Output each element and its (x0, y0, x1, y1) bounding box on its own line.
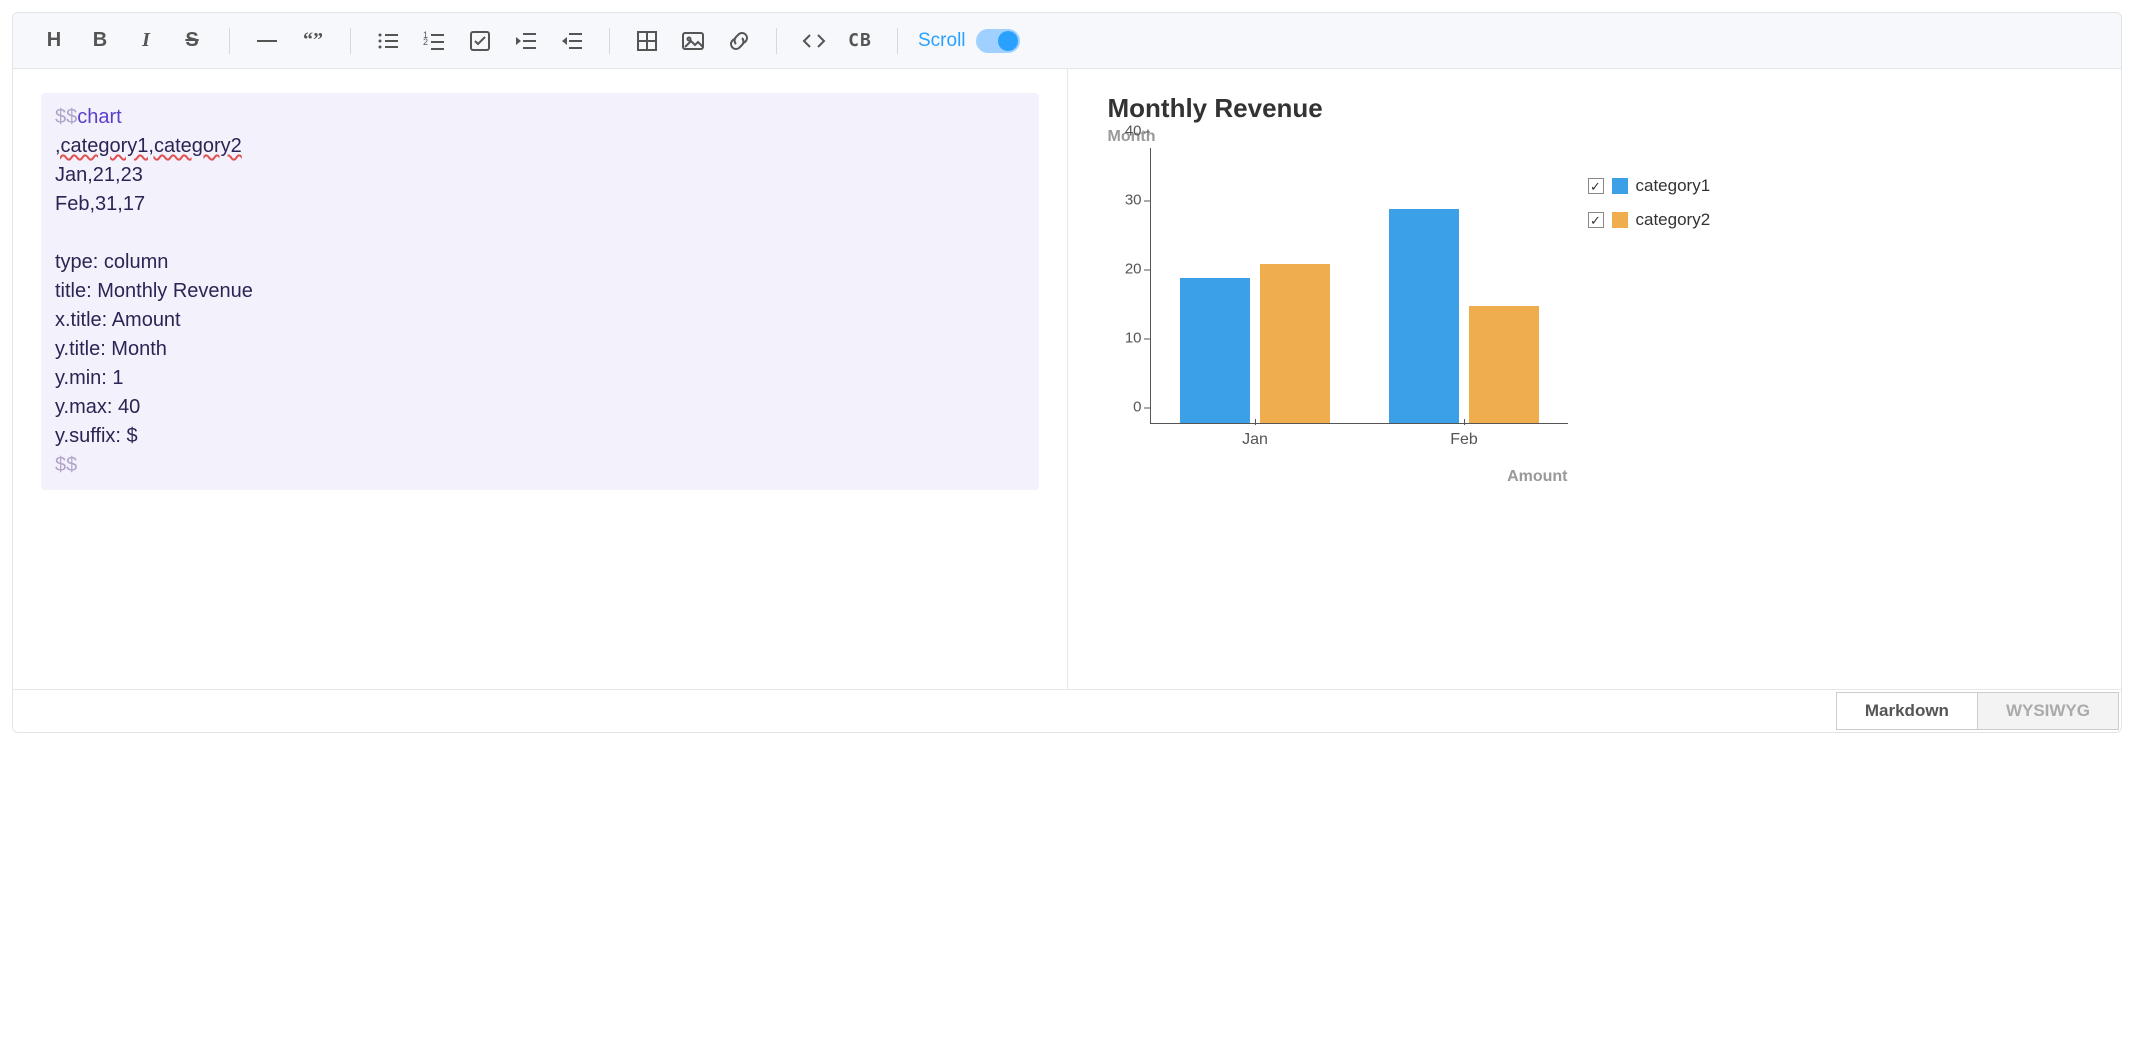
toolbar-separator (229, 28, 230, 54)
x-tick-label: Jan (1242, 431, 1268, 449)
quote-button[interactable]: “” (292, 20, 334, 62)
y-tick-label: 10 (1125, 330, 1142, 347)
close-delim: $$ (55, 454, 77, 476)
src-line: Jan,21,23 (55, 164, 143, 186)
src-line: y.min: 1 (55, 367, 124, 389)
link-icon (726, 28, 752, 54)
task-icon (467, 28, 493, 54)
y-tick-label: 30 (1125, 192, 1142, 209)
legend-label: category1 (1636, 176, 1711, 196)
chart-title: Monthly Revenue (1108, 93, 2090, 124)
outdent-button[interactable] (551, 20, 593, 62)
src-line: y.max: 40 (55, 396, 140, 418)
link-button[interactable] (718, 20, 760, 62)
indent-icon (513, 28, 539, 54)
y-tick-label: 20 (1125, 261, 1142, 278)
preview-pane: Monthly Revenue Month 010203040 JanFeb A… (1068, 69, 2122, 689)
ul-button[interactable] (367, 20, 409, 62)
src-line: title: Monthly Revenue (55, 280, 253, 302)
source-pane[interactable]: $$chart ,category1,category2 Jan,21,23 F… (13, 69, 1067, 689)
src-line: type: column (55, 251, 168, 273)
bar-category2[interactable] (1469, 306, 1539, 423)
bar-category1[interactable] (1389, 209, 1459, 423)
bar-category1[interactable] (1180, 278, 1250, 423)
legend-checkbox[interactable]: ✓ (1588, 212, 1604, 228)
y-tick-label: 0 (1133, 399, 1141, 416)
italic-button[interactable]: I (125, 20, 167, 62)
ul-icon (375, 28, 401, 54)
editor-panes: $$chart ,category1,category2 Jan,21,23 F… (13, 69, 2121, 689)
y-axis: 010203040 (1108, 148, 1150, 424)
toolbar-separator (897, 28, 898, 54)
legend-label: category2 (1636, 210, 1711, 230)
plot-area: 010203040 JanFeb (1108, 148, 1568, 448)
image-icon (680, 28, 706, 54)
codeblock-button[interactable]: CB (839, 20, 881, 62)
src-line: Feb,31,17 (55, 193, 145, 215)
task-button[interactable] (459, 20, 501, 62)
scroll-toggle[interactable] (976, 29, 1020, 53)
code-button[interactable] (793, 20, 835, 62)
hr-icon (254, 28, 280, 54)
image-button[interactable] (672, 20, 714, 62)
table-icon (634, 28, 660, 54)
hr-button[interactable] (246, 20, 288, 62)
y-axis-label: Month (1108, 128, 2090, 146)
bar-category2[interactable] (1260, 264, 1330, 423)
tab-wysiwyg[interactable]: WYSIWYG (1977, 692, 2119, 730)
src-line: y.suffix: $ (55, 425, 138, 447)
legend-swatch (1612, 212, 1628, 228)
src-line: y.title: Month (55, 338, 167, 360)
src-header-line: ,category1,category2 (55, 135, 242, 157)
toolbar-separator (350, 28, 351, 54)
tab-markdown[interactable]: Markdown (1836, 692, 1978, 730)
editor-frame: H B I S “” 1 2 (12, 12, 2122, 733)
table-button[interactable] (626, 20, 668, 62)
x-tick-label: Feb (1450, 431, 1478, 449)
bold-button[interactable]: B (79, 20, 121, 62)
scroll-label: Scroll (918, 30, 966, 52)
indent-button[interactable] (505, 20, 547, 62)
heading-button[interactable]: H (33, 20, 75, 62)
source-code-block[interactable]: $$chart ,category1,category2 Jan,21,23 F… (41, 93, 1039, 490)
legend-swatch (1612, 178, 1628, 194)
strike-button[interactable]: S (171, 20, 213, 62)
src-line: x.title: Amount (55, 309, 181, 331)
legend-item[interactable]: ✓ category2 (1588, 210, 1711, 230)
legend-checkbox[interactable]: ✓ (1588, 178, 1604, 194)
legend-item[interactable]: ✓ category1 (1588, 176, 1711, 196)
ol-icon: 1 2 (421, 28, 447, 54)
open-delim: $$ (55, 106, 77, 128)
outdent-icon (559, 28, 585, 54)
toolbar-separator (776, 28, 777, 54)
mode-tabs: Markdown WYSIWYG (13, 689, 2121, 732)
legend: ✓ category1 ✓ category2 (1588, 176, 1711, 244)
chart-keyword: chart (77, 106, 121, 128)
y-tick-label: 40 (1125, 123, 1142, 140)
ol-button[interactable]: 1 2 (413, 20, 455, 62)
code-icon (801, 28, 827, 54)
toolbar: H B I S “” 1 2 (13, 13, 2121, 69)
chart-box: JanFeb (1150, 148, 1568, 424)
chart: 010203040 JanFeb Amount (1108, 148, 1568, 448)
svg-text:2: 2 (423, 37, 428, 47)
toolbar-separator (609, 28, 610, 54)
x-axis-label: Amount (1507, 468, 1567, 486)
